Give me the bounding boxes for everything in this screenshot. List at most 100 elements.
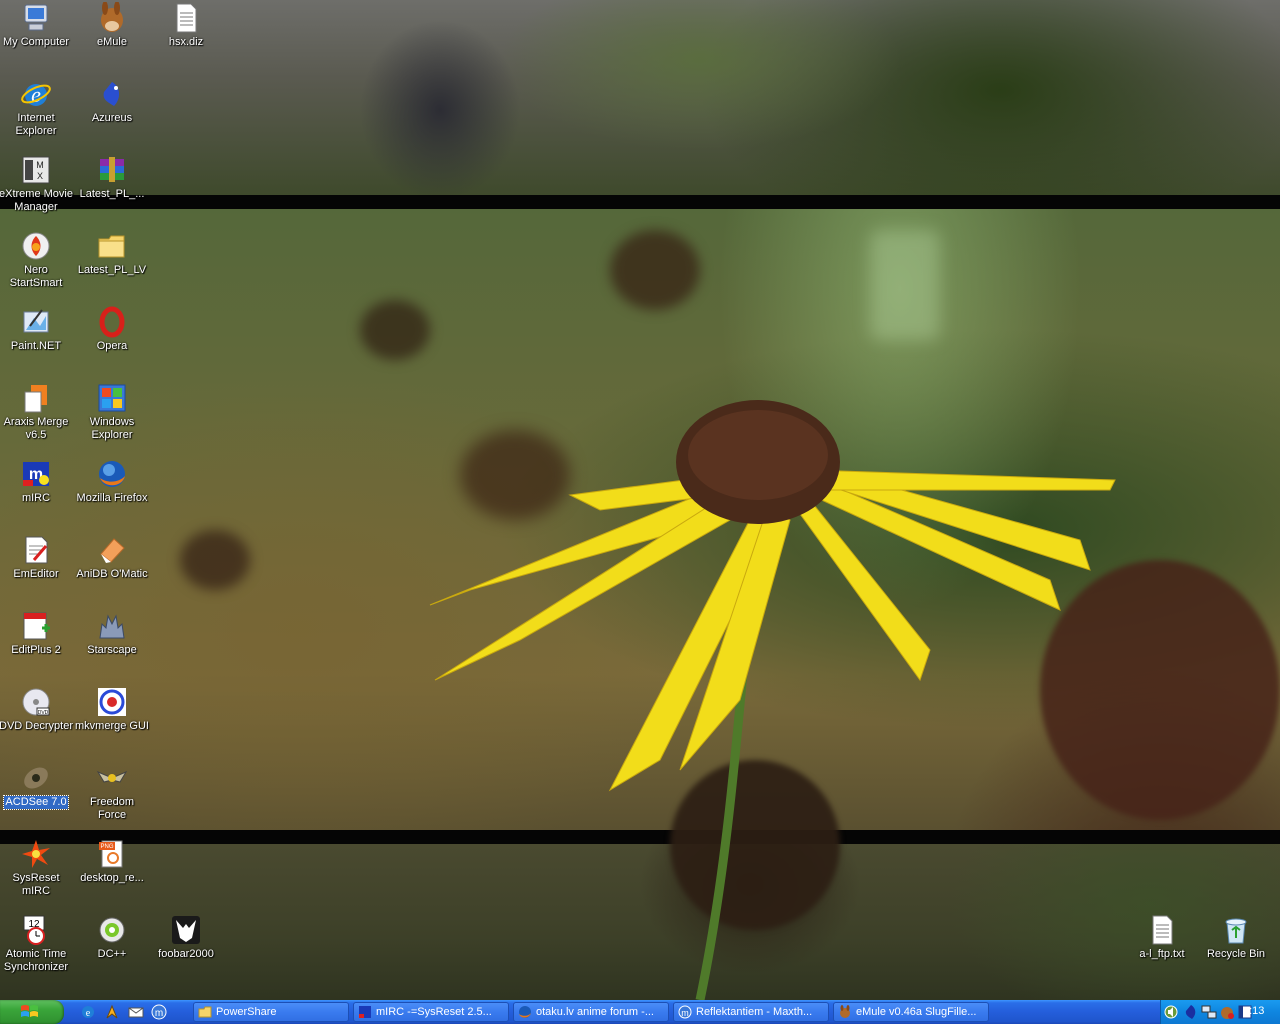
desktop-icon-azureus[interactable]: Azureus <box>74 78 150 125</box>
desktop-icon-dvd-decrypter[interactable]: DVD DVD Decrypter <box>0 686 74 733</box>
taskbar-button-powershare[interactable]: PowerShare <box>193 1002 349 1022</box>
desktop-icon-label: Recycle Bin <box>1206 948 1266 960</box>
desktop-icon-label: Windows Explorer <box>89 416 135 441</box>
desktop-icon-label: Araxis Merge v6.5 <box>3 416 69 441</box>
png-image-icon: PNG <box>96 838 128 870</box>
desktop-icon-paint-net[interactable]: Paint.NET <box>0 306 74 353</box>
svg-text:e: e <box>86 1008 91 1019</box>
recycle-bin-icon <box>1220 914 1252 946</box>
taskbar-clock[interactable]: 0:13 <box>1243 1005 1264 1017</box>
tray-emule[interactable] <box>1219 1004 1235 1020</box>
desktop-icon-starscape[interactable]: Starscape <box>74 610 150 657</box>
desktop-icon-extreme-movie-manager[interactable]: MX eXtreme Movie Manager <box>0 154 74 214</box>
editplus-icon <box>20 610 52 642</box>
desktop-icon-label: DVD Decrypter <box>0 720 73 732</box>
emule-mule-icon <box>96 1 128 34</box>
internet-explorer-icon: e <box>82 1006 94 1019</box>
yellow-flower <box>429 400 1116 1000</box>
dvd-disc-icon: DVD <box>20 686 52 718</box>
desktop-icon-mkvmerge-gui[interactable]: mkvmerge GUI <box>74 686 150 733</box>
task-label: mIRC -=SysReset 2.5... <box>376 1006 492 1018</box>
freedom-force-icon <box>96 762 128 794</box>
taskbar-button-firefox[interactable]: otaku.lv anime forum -... <box>513 1002 669 1022</box>
desktop-icon-hsx-diz[interactable]: hsx.diz <box>148 2 224 49</box>
desktop-icon-desktop-re-png[interactable]: PNG desktop_re... <box>74 838 150 885</box>
desktop-icon-label: Nero StartSmart <box>9 264 63 289</box>
desktop-icon-label: Paint.NET <box>10 340 62 352</box>
mirc-icon: m <box>20 458 52 490</box>
desktop-icon-foobar2000[interactable]: foobar2000 <box>148 914 224 961</box>
svg-text:DVD: DVD <box>38 710 49 716</box>
desktop-icon-my-computer[interactable]: My Computer <box>0 2 74 49</box>
quick-launch-internet-explorer[interactable]: e <box>80 1004 96 1020</box>
desktop-icon-acdsee[interactable]: ACDSee 7.0 <box>0 762 74 810</box>
mkvmerge-icon <box>96 686 128 718</box>
desktop-icon-anidb-omatic[interactable]: AniDB O'Matic <box>74 534 150 581</box>
taskbar-button-maxthon[interactable]: m Reflektantiem - Maxth... <box>673 1002 829 1022</box>
paint-net-icon <box>20 306 52 338</box>
tray-network[interactable] <box>1201 1004 1217 1020</box>
desktop-icon-freedom-force[interactable]: Freedom Force <box>74 762 150 822</box>
network-icon <box>1201 1005 1217 1019</box>
windows-logo-icon <box>21 1005 38 1017</box>
acdsee-icon <box>20 762 52 794</box>
svg-text:m: m <box>681 1008 689 1018</box>
text-file-icon <box>170 2 202 34</box>
desktop-icon-latest-pl-archive[interactable]: Latest_PL_... <box>74 154 150 201</box>
quick-launch-maxthon[interactable]: m <box>151 1004 167 1020</box>
desktop-icon-araxis-merge[interactable]: Araxis Merge v6.5 <box>0 382 74 442</box>
folder-icon <box>198 1006 212 1018</box>
desktop-icon-label: eMule <box>97 36 127 48</box>
desktop-icon-nero-startsmart[interactable]: Nero StartSmart <box>0 230 74 290</box>
desktop-icon-a-l-ftp-txt[interactable]: a-l_ftp.txt <box>1124 914 1200 961</box>
desktop-icon-mirc[interactable]: m mIRC <box>0 458 74 505</box>
desktop-icon-mozilla-firefox[interactable]: Mozilla Firefox <box>74 458 150 505</box>
desktop-icon-dcplusplus[interactable]: DC++ <box>74 914 150 961</box>
folder-icon <box>96 230 128 262</box>
azureus-tray-icon <box>1185 1005 1196 1019</box>
desktop-icon-internet-explorer[interactable]: e Internet Explorer <box>0 78 74 138</box>
desktop-wallpaper <box>0 0 1280 1000</box>
starscape-icon <box>96 610 128 642</box>
desktop-icon-emule[interactable]: eMule <box>74 1 150 49</box>
desktop-icon-label: hsx.diz <box>168 36 204 48</box>
nero-icon <box>20 230 52 262</box>
desktop-icon-windows-explorer[interactable]: Windows Explorer <box>74 382 150 442</box>
svg-text:m: m <box>155 1008 163 1019</box>
desktop-icon-latest-pl-lv[interactable]: Latest_PL_LV <box>74 230 150 277</box>
outlook-express-icon <box>128 1007 144 1018</box>
task-label: eMule v0.46a SlugFille... <box>856 1006 977 1018</box>
taskbar-button-emule[interactable]: eMule v0.46a SlugFille... <box>833 1002 989 1022</box>
tray-speaker[interactable] <box>1163 1004 1179 1020</box>
desktop-icon-atomic-time-synchronizer[interactable]: 12 Atomic Time Synchronizer <box>0 914 74 974</box>
desktop-icon-label: DC++ <box>97 948 127 960</box>
desktop-icon-label: a-l_ftp.txt <box>1139 948 1185 960</box>
winrar-archive-icon <box>96 154 128 186</box>
start-button[interactable] <box>0 1000 64 1024</box>
desktop-icon-label: eXtreme Movie Manager <box>0 188 73 213</box>
quick-launch-outlook-express[interactable] <box>128 1004 144 1020</box>
tray-azureus[interactable] <box>1183 1004 1199 1020</box>
foobar-icon <box>170 914 202 946</box>
desktop-icon-label: mkvmerge GUI <box>75 720 149 732</box>
quick-launch-winamp[interactable] <box>104 1004 120 1020</box>
desktop-icon-label: Atomic Time Synchronizer <box>3 948 69 973</box>
maxthon-icon: m <box>151 1004 167 1020</box>
svg-text:M: M <box>36 160 44 170</box>
desktop-icon-label: Internet Explorer <box>15 112 57 137</box>
winamp-icon <box>106 1004 118 1019</box>
desktop-icon-opera[interactable]: Opera <box>74 306 150 353</box>
desktop-icon-label: Opera <box>96 340 128 352</box>
emule-mule-icon <box>840 1005 850 1018</box>
firefox-icon <box>519 1006 531 1018</box>
desktop-icon-sysreset-mirc[interactable]: SysReset mIRC <box>0 838 74 898</box>
desktop-icon-recycle-bin[interactable]: Recycle Bin <box>1198 914 1274 961</box>
speaker-icon <box>1164 1005 1178 1019</box>
desktop-icon-editplus[interactable]: EditPlus 2 <box>0 610 74 657</box>
araxis-merge-icon <box>20 382 52 414</box>
taskbar-button-mirc[interactable]: mIRC -=SysReset 2.5... <box>353 1002 509 1022</box>
emeditor-icon <box>20 534 52 566</box>
desktop-icon-label: SysReset mIRC <box>12 872 60 897</box>
desktop-icon-emeditor[interactable]: EmEditor <box>0 534 74 581</box>
taskbar: e m PowerShare mIRC -=SysReset 2.5... ot… <box>0 1000 1280 1024</box>
